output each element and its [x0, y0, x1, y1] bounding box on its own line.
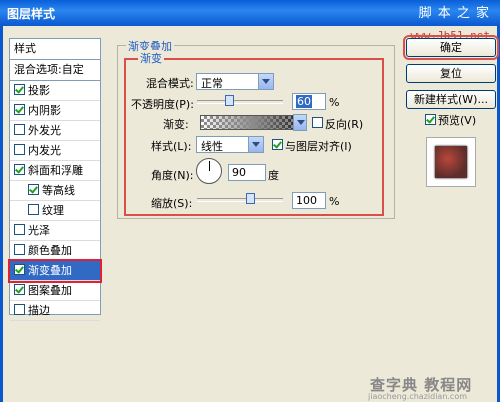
sidebar-item-label: 内发光 [28, 144, 61, 157]
checkbox-icon[interactable] [14, 104, 25, 115]
checkbox-icon[interactable] [14, 264, 25, 275]
sidebar-item[interactable]: 图案叠加 [10, 281, 100, 301]
title-bar: 图层样式 脚 本 之 家 [0, 0, 500, 26]
blend-mode-label: 混合模式: [146, 77, 194, 90]
sidebar-item[interactable]: 内阴影 [10, 101, 100, 121]
opacity-unit: % [329, 96, 340, 109]
blend-options-item[interactable]: 混合选项:自定 [10, 60, 100, 81]
gradient-label: 渐变: [163, 118, 189, 131]
checkbox-icon[interactable] [14, 244, 25, 255]
checkbox-icon[interactable] [28, 184, 39, 195]
sidebar-item-label: 描边 [28, 304, 50, 317]
sidebar-item[interactable]: 投影 [10, 81, 100, 101]
checkbox-icon[interactable] [14, 304, 25, 315]
checkbox-icon[interactable] [14, 284, 25, 295]
sidebar-item[interactable]: 光泽 [10, 221, 100, 241]
scale-slider[interactable] [197, 198, 283, 202]
new-style-button[interactable]: 新建样式(W)... [406, 90, 496, 109]
preview-label: 预览(V) [438, 114, 477, 127]
footer-watermark-url: jiaocheng.chazidian.com [368, 392, 468, 401]
sidebar-item-label: 光泽 [28, 224, 50, 237]
sidebar-item[interactable]: 内发光 [10, 141, 100, 161]
sidebar-item-label: 渐变叠加 [28, 264, 72, 277]
sidebar-item-label: 等高线 [42, 184, 75, 197]
ok-button[interactable]: 确定 [403, 35, 499, 60]
window-title: 图层样式 [7, 7, 56, 21]
sidebar-item[interactable]: 描边 [10, 301, 100, 321]
scale-unit: % [329, 195, 340, 208]
checkbox-icon[interactable] [14, 84, 25, 95]
opacity-label: 不透明度(P): [131, 98, 194, 111]
angle-input[interactable]: 90 [228, 164, 266, 181]
sidebar-item-label: 斜面和浮雕 [28, 164, 83, 177]
sidebar-item-label: 外发光 [28, 124, 61, 137]
sidebar-item-label: 内阴影 [28, 104, 61, 117]
angle-label: 角度(N): [151, 169, 194, 182]
sidebar-item[interactable]: 颜色叠加 [10, 241, 100, 261]
style-select[interactable]: 线性 [196, 136, 264, 153]
angle-value: 90 [232, 166, 246, 179]
sidebar-item-label: 投影 [28, 84, 50, 97]
opacity-value: 60 [296, 95, 312, 108]
angle-unit: 度 [268, 169, 279, 182]
opacity-slider-thumb[interactable] [224, 95, 234, 106]
opacity-input[interactable]: 60 [292, 93, 326, 110]
checkbox-icon[interactable] [14, 224, 25, 235]
checkbox-icon[interactable] [14, 164, 25, 175]
style-value: 线性 [201, 140, 223, 153]
sidebar-item-label: 图案叠加 [28, 284, 72, 297]
sidebar-item-label: 纹理 [42, 204, 64, 217]
sidebar-item[interactable]: 纹理 [10, 201, 100, 221]
opacity-slider[interactable] [197, 100, 283, 104]
watermark-logo: 脚 本 之 家 [418, 6, 490, 21]
chevron-down-icon[interactable] [248, 137, 263, 152]
sidebar-item[interactable]: 等高线 [10, 181, 100, 201]
blend-mode-value: 正常 [201, 77, 223, 90]
style-list: 样式 混合选项:自定 投影内阴影外发光内发光斜面和浮雕等高线纹理光泽颜色叠加渐变… [8, 38, 102, 321]
preview-checkbox[interactable] [425, 114, 436, 125]
align-with-layer-label: 与图层对齐(I) [285, 140, 352, 153]
scale-input[interactable]: 100 [292, 192, 326, 209]
reverse-label: 反向(R) [325, 118, 364, 131]
gradient-dropdown[interactable] [293, 114, 307, 131]
chevron-down-icon[interactable] [258, 74, 273, 89]
angle-dial[interactable] [196, 158, 222, 184]
blend-mode-select[interactable]: 正常 [196, 73, 274, 90]
style-list-header[interactable]: 样式 [10, 39, 100, 60]
style-label: 样式(L): [151, 140, 192, 153]
sidebar-item[interactable]: 斜面和浮雕 [10, 161, 100, 181]
align-with-layer-checkbox[interactable] [272, 139, 283, 150]
scale-slider-thumb[interactable] [245, 193, 255, 204]
checkbox-icon[interactable] [14, 124, 25, 135]
sidebar-item-label: 颜色叠加 [28, 244, 72, 257]
sidebar-item[interactable]: 外发光 [10, 121, 100, 141]
gradient-subtitle: 渐变 [138, 50, 164, 66]
gradient-picker[interactable] [200, 115, 294, 130]
checkbox-icon[interactable] [28, 204, 39, 215]
scale-label: 缩放(S): [151, 197, 193, 210]
reverse-checkbox[interactable] [312, 117, 323, 128]
sidebar-item[interactable]: 渐变叠加 [8, 259, 102, 283]
checkbox-icon[interactable] [14, 144, 25, 155]
chevron-down-icon[interactable] [294, 115, 306, 130]
scale-value: 100 [296, 194, 317, 207]
reset-button[interactable]: 复位 [406, 64, 496, 83]
style-preview-thumbnail [426, 137, 476, 187]
